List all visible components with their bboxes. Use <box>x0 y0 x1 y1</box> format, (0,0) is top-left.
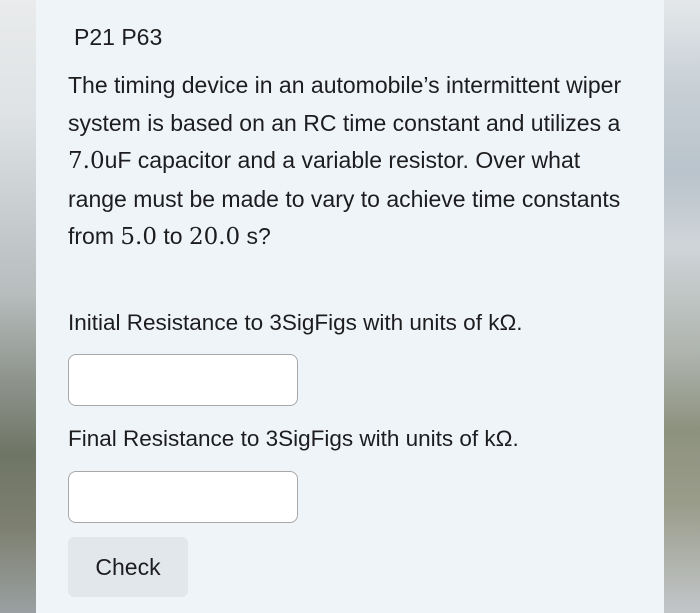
question-text-part-1: The timing device in an automobile’s int… <box>68 72 622 136</box>
question-text: The timing device in an automobile’s int… <box>68 67 628 257</box>
time-max-value: 20.0 <box>188 224 241 250</box>
final-resistance-input[interactable] <box>68 471 298 523</box>
final-resistance-label: Final Resistance to 3SigFigs with units … <box>68 426 519 451</box>
question-text-part-3: to <box>156 223 189 249</box>
time-min-value: 5.0 <box>120 224 157 250</box>
capacitance-value: 7.0 <box>68 148 105 174</box>
background-photo-left <box>0 0 36 613</box>
background-photo-right <box>664 0 700 613</box>
problem-title: P21 P63 <box>74 24 163 50</box>
check-button[interactable]: Check <box>68 537 188 597</box>
initial-resistance-input[interactable] <box>68 354 298 406</box>
question-card: P21 P63 The timing device in an automobi… <box>36 0 664 613</box>
question-text-part-4: s? <box>240 223 271 249</box>
initial-resistance-label: Initial Resistance to 3SigFigs with unit… <box>68 310 523 335</box>
